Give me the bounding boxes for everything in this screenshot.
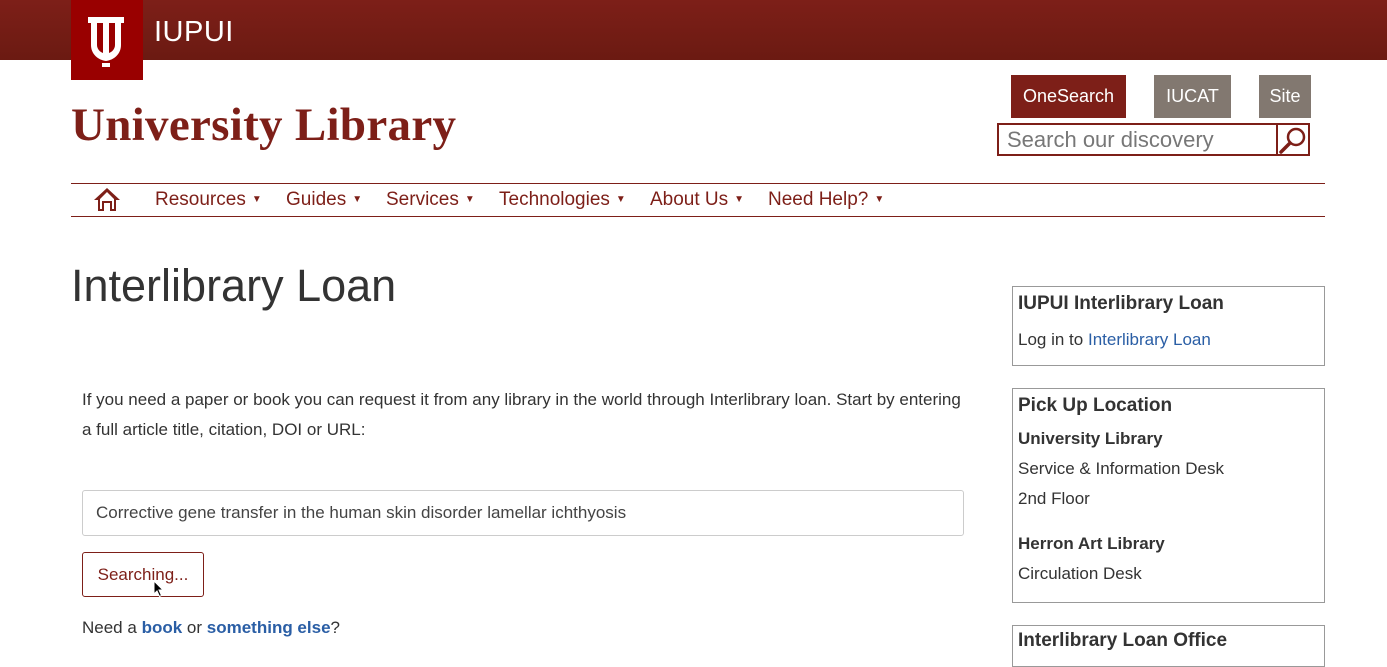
book-link[interactable]: book (142, 618, 183, 637)
caret-down-icon: ▼ (464, 194, 475, 205)
ill-office-box: Interlibrary Loan Office (1012, 625, 1325, 667)
need-or: or (186, 618, 203, 637)
ill-login-text: Log in to Interlibrary Loan (1013, 325, 1324, 355)
pickup-box-title: Pick Up Location (1018, 395, 1173, 416)
intro-text: If you need a paper or book you can requ… (82, 390, 961, 439)
location-line: 2nd Floor (1018, 489, 1090, 508)
need-prefix: Need a (82, 618, 137, 637)
page-title: Interlibrary Loan (71, 260, 397, 311)
need-text: Need a book or something else? (82, 618, 340, 638)
citation-input[interactable] (82, 490, 964, 536)
caret-down-icon: ▼ (251, 194, 262, 205)
ill-office-title: Interlibrary Loan Office (1018, 630, 1228, 651)
caret-down-icon: ▼ (734, 194, 745, 205)
login-prefix: Log in to (1018, 330, 1084, 349)
interlibrary-loan-link[interactable]: Interlibrary Loan (1088, 330, 1211, 349)
need-suffix: ? (330, 618, 340, 637)
nav-need-help[interactable]: Need Help? ▼ (768, 189, 884, 211)
caret-down-icon: ▼ (874, 194, 885, 205)
org-name[interactable]: IUPUI (154, 16, 234, 49)
magnifier-icon (1279, 127, 1306, 154)
location-line: Service & Information Desk (1018, 459, 1224, 478)
search-button[interactable]: Searching... (82, 552, 204, 597)
search-submit-button[interactable] (1276, 123, 1310, 156)
nav-about-us[interactable]: About Us ▼ (650, 189, 744, 211)
trident-icon (88, 17, 124, 67)
nav-label: Resources (155, 189, 246, 210)
location-name: Herron Art Library (1018, 534, 1165, 553)
ill-box-title: IUPUI Interlibrary Loan (1018, 293, 1224, 314)
nav-guides[interactable]: Guides ▼ (286, 189, 362, 211)
something-else-link[interactable]: something else (207, 618, 331, 637)
main-nav: Resources ▼ Guides ▼ Services ▼ Technologie… (71, 183, 1325, 217)
ill-box: IUPUI Interlibrary Loan Log in to Interl… (1012, 286, 1325, 366)
nav-services[interactable]: Services ▼ (386, 189, 475, 211)
nav-label: Guides (286, 189, 347, 210)
caret-down-icon: ▼ (352, 194, 363, 205)
mouse-cursor-icon (153, 580, 165, 598)
caret-down-icon: ▼ (615, 194, 626, 205)
nav-label: Need Help? (768, 189, 869, 210)
nav-label: About Us (650, 189, 729, 210)
home-icon[interactable] (93, 186, 121, 212)
tab-onesearch[interactable]: OneSearch (1011, 75, 1126, 118)
discovery-search-input[interactable] (997, 123, 1280, 156)
tab-site[interactable]: Site (1259, 75, 1311, 118)
location-line: Circulation Desk (1018, 564, 1142, 583)
nav-label: Technologies (499, 189, 610, 210)
nav-resources[interactable]: Resources ▼ (155, 189, 262, 211)
site-title[interactable]: University Library (71, 98, 456, 152)
tab-iucat[interactable]: IUCAT (1154, 75, 1231, 118)
nav-technologies[interactable]: Technologies ▼ (499, 189, 626, 211)
location-name: University Library (1018, 429, 1163, 448)
pickup-box: Pick Up Location University Library Serv… (1012, 388, 1325, 603)
nav-label: Services (386, 189, 459, 210)
iu-trident-logo[interactable] (71, 0, 143, 80)
